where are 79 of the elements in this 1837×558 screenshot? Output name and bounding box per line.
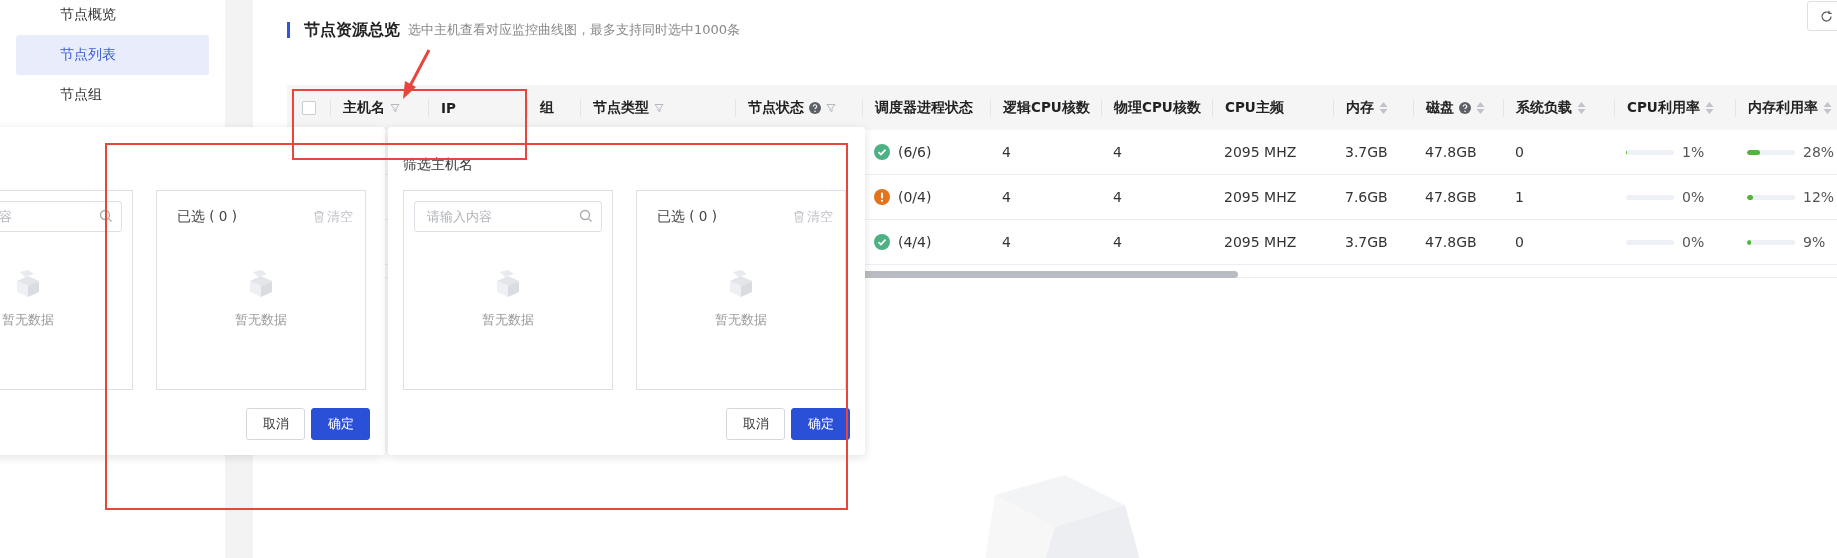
- column-header: 组: [540, 98, 554, 117]
- table-cell-text: 4: [1001, 189, 1012, 205]
- filter-icon[interactable]: [826, 102, 836, 113]
- cancel-button[interactable]: 取消: [726, 408, 785, 440]
- trash-icon: [793, 210, 805, 223]
- sort-icon[interactable]: [1704, 100, 1714, 115]
- refresh-icon: [1819, 9, 1833, 23]
- memory-usage-bar: [1747, 194, 1795, 200]
- process-count: (6/6): [898, 144, 932, 160]
- empty-text: 暂无数据: [2, 310, 54, 329]
- search-icon[interactable]: [99, 209, 113, 223]
- sidebar-item[interactable]: 节点概览: [16, 0, 209, 35]
- table-cell-text: 4: [1112, 189, 1123, 205]
- empty-text: 暂无数据: [482, 310, 534, 329]
- arrow-annotation: [403, 49, 431, 99]
- column-header: 内存利用率: [1748, 98, 1818, 117]
- table-cell-text: 0: [1514, 144, 1525, 160]
- empty-text: 暂无数据: [715, 310, 767, 329]
- column-header: CPU利用率: [1627, 98, 1700, 117]
- column-header: 物理CPU核数: [1114, 98, 1201, 117]
- table-cell-text: 2095 MHZ: [1223, 144, 1298, 160]
- column-header: 系统负载: [1516, 98, 1572, 117]
- selected-count: 已选 ( 0 ): [657, 207, 717, 226]
- memory-usage-bar: [1747, 239, 1795, 245]
- search-icon[interactable]: [579, 209, 593, 223]
- usage-reading: 0%: [1682, 189, 1705, 205]
- sidebar-item[interactable]: 节点列表: [16, 35, 209, 75]
- confirm-button[interactable]: 确定: [791, 408, 850, 440]
- table-cell-text: 2095 MHZ: [1223, 189, 1298, 205]
- sidebar-item[interactable]: 节点组: [16, 75, 209, 115]
- table-cell-text: 4: [1001, 234, 1012, 250]
- table-cell-text: 47.8GB: [1424, 144, 1478, 160]
- selected-count: 已选 ( 0 ): [177, 207, 237, 226]
- cancel-button[interactable]: 取消: [246, 408, 305, 440]
- table-cell-text: 3.7GB: [1344, 234, 1389, 250]
- column-header: 节点状态: [748, 98, 804, 117]
- cpu-usage-bar: [1626, 149, 1674, 155]
- column-header: 节点类型: [593, 98, 649, 117]
- column-header: 调度器进程状态: [875, 98, 973, 117]
- table-cell-text: 2095 MHZ: [1223, 234, 1298, 250]
- sort-icon[interactable]: [1823, 100, 1832, 115]
- select-all-checkbox[interactable]: [301, 100, 316, 115]
- table-cell-text: 4: [1112, 144, 1123, 160]
- search-field[interactable]: 容: [0, 201, 122, 232]
- usage-reading: 1%: [1682, 144, 1705, 160]
- usage-reading: 0%: [1682, 234, 1705, 250]
- table-cell-text: 3.7GB: [1344, 144, 1389, 160]
- column-header: 内存: [1346, 98, 1374, 117]
- section-hint: 选中主机查看对应监控曲线图，最多支持同时选中1000条: [408, 21, 741, 39]
- table-cell-text: 0: [1514, 234, 1525, 250]
- filter-icon[interactable]: [390, 102, 400, 113]
- refresh-button[interactable]: [1807, 1, 1837, 31]
- table-cell-text: 47.8GB: [1424, 234, 1478, 250]
- usage-reading: 12%: [1803, 189, 1835, 205]
- confirm-button[interactable]: 确定: [311, 408, 370, 440]
- empty-text: 暂无数据: [235, 310, 287, 329]
- usage-reading: 28%: [1803, 144, 1835, 160]
- sort-icon[interactable]: [1379, 100, 1388, 115]
- title-accent: [287, 22, 290, 38]
- table-cell-text: 1: [1514, 189, 1525, 205]
- memory-usage-bar: [1747, 149, 1795, 155]
- table-cell-text: 7.6GB: [1344, 189, 1389, 205]
- sort-icon[interactable]: [1577, 100, 1586, 115]
- column-header: 主机名: [343, 98, 385, 117]
- table-cell-text: 47.8GB: [1424, 189, 1478, 205]
- trash-icon: [313, 210, 325, 223]
- column-header: 磁盘: [1426, 98, 1454, 117]
- table-cell-text: 4: [1001, 144, 1012, 160]
- sort-icon[interactable]: [1476, 100, 1485, 115]
- section-title: 节点资源总览: [304, 19, 400, 41]
- process-count: (4/4): [898, 234, 932, 250]
- process-count: (0/4): [898, 189, 932, 205]
- column-header: IP: [441, 99, 456, 116]
- filter-icon[interactable]: [654, 102, 664, 113]
- search-field[interactable]: 请输入内容: [414, 201, 602, 232]
- column-header: 逻辑CPU核数: [1003, 98, 1090, 117]
- column-header: CPU主频: [1225, 98, 1284, 117]
- usage-reading: 9%: [1803, 234, 1826, 250]
- table-cell-text: 4: [1112, 234, 1123, 250]
